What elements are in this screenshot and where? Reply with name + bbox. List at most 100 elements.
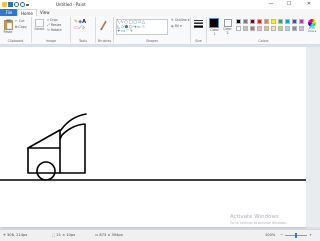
copy-label: Copy xyxy=(18,25,27,29)
ribbon: Paste ✂ Cut ⧉ Copy Clipboard Select ⌗ Cr… xyxy=(0,16,320,45)
shapes-gallery[interactable]: ╲∿○□▢⬠△ ◺◇⬟⬡➔⇐☆ ✦▭♡ϟ xyxy=(116,19,168,35)
crop-button[interactable]: ⌗ Crop xyxy=(47,18,58,22)
minimize-button[interactable]: — xyxy=(264,0,278,9)
paint-app-icon xyxy=(2,1,7,7)
crop-label: Crop xyxy=(49,18,58,22)
activate-subtitle: Go to Settings to activate Windows. xyxy=(230,221,288,225)
color2-button[interactable]: Color 2 xyxy=(222,18,233,35)
color-swatch[interactable] xyxy=(243,26,248,31)
clipboard-group-label: Clipboard xyxy=(7,39,24,43)
zoom-level: 100% xyxy=(265,233,276,237)
resize-label: Resize xyxy=(50,23,62,27)
star-shape-icon[interactable]: ☆ xyxy=(141,24,145,29)
size-group-label: Size xyxy=(195,39,202,43)
outline-icon: ✎ xyxy=(171,18,174,22)
color-swatch[interactable] xyxy=(257,26,262,31)
zoom-slider[interactable] xyxy=(285,232,308,238)
tools-group-label: Tools xyxy=(78,39,88,43)
color-swatch[interactable] xyxy=(292,26,297,31)
close-button[interactable]: ✕ xyxy=(302,0,316,9)
image-group: Select ⌗ Crop ⤢ Resize ↻ Rotate Image xyxy=(32,17,71,43)
color2-swatch xyxy=(223,19,232,27)
line-size-icon xyxy=(194,20,203,28)
undo-icon[interactable] xyxy=(14,1,19,7)
paste-label: Paste xyxy=(3,30,13,34)
color2-label: Color 2 xyxy=(223,27,232,35)
color-swatch[interactable] xyxy=(264,19,269,24)
canvas-size: ▭ 873 × 394px xyxy=(95,233,123,237)
zoom-out-icon[interactable]: − xyxy=(280,233,283,237)
vertical-scrollbar[interactable] xyxy=(306,47,320,227)
maximize-button[interactable]: ☐ xyxy=(282,0,296,9)
window-title: Untitled - Paint xyxy=(56,2,86,7)
color-swatch[interactable] xyxy=(299,19,304,24)
brushes-group: Brushes xyxy=(96,17,114,43)
fill-dropdown[interactable]: ◈ Fill ▾ xyxy=(171,24,182,28)
lightning-shape-icon[interactable]: ϟ xyxy=(130,28,133,33)
edit-colors-button[interactable]: Edit colors xyxy=(306,19,318,33)
ribbon-tabs: File Home View xyxy=(0,9,320,16)
color-swatch[interactable] xyxy=(236,19,241,24)
tab-home[interactable]: Home xyxy=(17,9,37,16)
color1-button[interactable]: Color 1 xyxy=(209,18,220,36)
rotate-label: Rotate xyxy=(50,28,62,32)
select-label: Select xyxy=(34,27,45,31)
magnifier-icon[interactable]: ⌕ xyxy=(82,25,85,31)
tab-view[interactable]: View xyxy=(37,9,53,16)
color-swatch[interactable] xyxy=(271,26,276,31)
zoom-controls: − + xyxy=(280,232,312,238)
rotate-button[interactable]: ↻ Rotate xyxy=(47,28,62,32)
color-swatch[interactable] xyxy=(243,19,248,24)
select-icon xyxy=(35,19,44,27)
brushes-button[interactable] xyxy=(99,19,109,31)
activate-windows-watermark: Activate Windows Go to Settings to activ… xyxy=(230,214,287,225)
cursor-icon: ✛ xyxy=(3,233,7,237)
paste-icon xyxy=(3,19,13,30)
scissors-icon: ✂ xyxy=(15,19,18,23)
color-swatch[interactable] xyxy=(257,19,262,24)
copy-button[interactable]: ⧉ Copy xyxy=(15,25,27,29)
save-icon[interactable] xyxy=(8,1,13,7)
copy-icon: ⧉ xyxy=(15,25,18,29)
color-swatch[interactable] xyxy=(278,26,283,31)
size-group: Size xyxy=(191,17,207,43)
color-swatch[interactable] xyxy=(264,26,269,31)
redo-icon[interactable] xyxy=(20,1,25,7)
shapes-group: ╲∿○□▢⬠△ ◺◇⬟⬡➔⇐☆ ✦▭♡ϟ ✎ Outline ▾ ◈ Fill … xyxy=(114,17,191,43)
color-swatch[interactable] xyxy=(250,26,255,31)
color-swatch[interactable] xyxy=(285,26,290,31)
resize-button[interactable]: ⤢ Resize xyxy=(47,23,61,27)
tool-icons: ✎◈A ▭⟋⌕ xyxy=(74,19,86,31)
size-button[interactable] xyxy=(194,19,203,29)
select-button[interactable]: Select xyxy=(34,19,45,31)
customize-toolbar-icon[interactable] xyxy=(26,4,29,6)
car-wheel xyxy=(36,161,56,181)
canvas-size-text: 873 × 394px xyxy=(99,233,123,237)
cut-button[interactable]: ✂ Cut xyxy=(15,19,25,23)
selection-size: ⬚ 21 × 10px xyxy=(52,233,75,237)
color-swatch[interactable] xyxy=(236,26,241,31)
paste-button[interactable]: Paste xyxy=(3,19,13,34)
zoom-in-icon[interactable]: + xyxy=(309,233,312,237)
drawing-canvas[interactable] xyxy=(0,47,307,227)
zoom-slider-thumb[interactable] xyxy=(295,232,298,238)
car-hood xyxy=(27,129,61,149)
cut-label: Cut xyxy=(18,19,25,23)
brushes-group-label: Brushes xyxy=(97,39,112,43)
cursor-position-text: 306, 214px xyxy=(7,233,28,237)
shapes-group-label: Shapes xyxy=(145,39,159,43)
tab-file[interactable]: File xyxy=(0,9,18,16)
color-swatch[interactable] xyxy=(292,19,297,24)
crop-icon: ⌗ xyxy=(47,18,49,22)
color-swatch[interactable] xyxy=(250,19,255,24)
color-swatch[interactable] xyxy=(271,19,276,24)
outline-label: Outline xyxy=(174,18,187,22)
color-swatch[interactable] xyxy=(285,19,290,24)
selection-size-text: 21 × 10px xyxy=(56,233,76,237)
color-swatch[interactable] xyxy=(278,19,283,24)
outline-dropdown[interactable]: ✎ Outline ▾ xyxy=(171,18,189,22)
cursor-position: ✛ 306, 214px xyxy=(3,233,27,237)
color-swatch[interactable] xyxy=(299,26,304,31)
fill-icon: ◈ xyxy=(171,24,174,28)
activate-title: Activate Windows xyxy=(230,214,279,220)
